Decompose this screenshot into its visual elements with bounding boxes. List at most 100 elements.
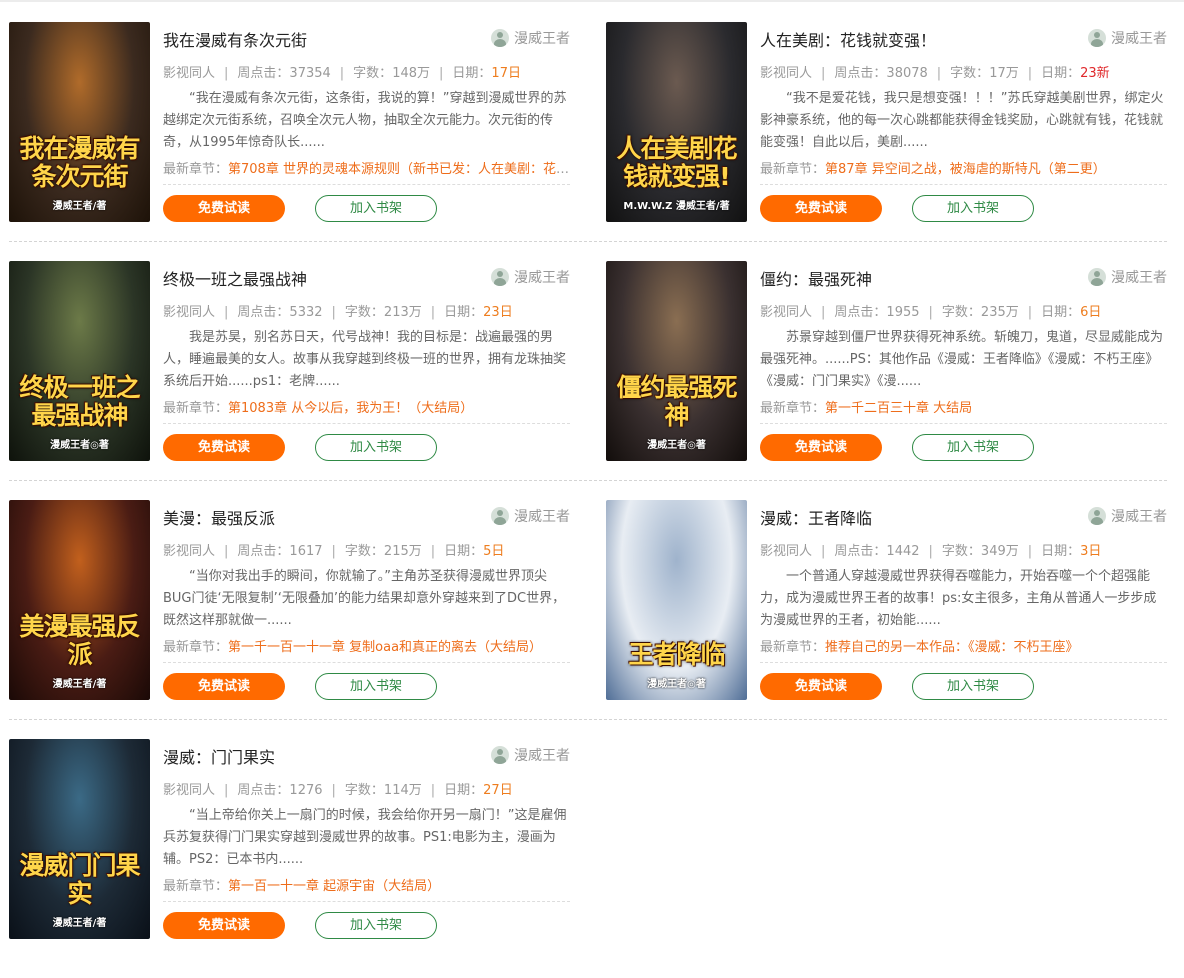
free-read-button[interactable]: 免费试读 — [163, 673, 285, 700]
latest-chapter-link[interactable]: 第一百一十一章 起源宇宙（大结局） — [228, 879, 440, 894]
book-description: “当上帝给你关上一扇门的时候，我会给你开另一扇门！”这是雇佣兵苏复获得门门果实穿… — [163, 808, 567, 867]
book-info: 漫威：王者降临 漫威王者 影视同人 | 周点击：1442 | 字数：349万 | 日期：3日… — [760, 500, 1167, 700]
cover-title: 美漫最强反派 — [19, 612, 140, 669]
book-clicks: 5332 — [289, 305, 323, 320]
book-author[interactable]: 漫威王者 — [491, 745, 570, 765]
book-category: 影视同人 — [760, 66, 813, 81]
book-cover[interactable]: 人在美剧花钱就变强! M.W.W.Z 漫威王者/著 — [606, 22, 747, 222]
latest-chapter-link[interactable]: 第708章 世界的灵魂本源规则（新书已发：人在美剧：花钱就变强） — [228, 162, 570, 177]
book-cover[interactable]: 漫威门门果实 漫威王者/著 — [9, 739, 150, 939]
book-title[interactable]: 漫威：王者降临 — [760, 505, 872, 529]
free-read-button[interactable]: 免费试读 — [760, 434, 882, 461]
book-info: 漫威：门门果实 漫威王者 影视同人 | 周点击：1276 | 字数：114万 | 日期：27… — [163, 739, 570, 939]
free-read-button[interactable]: 免费试读 — [163, 434, 285, 461]
cover-title: 终极一班之最强战神 — [19, 373, 140, 430]
book-card: 僵约最强死神 漫威王者◎著 僵约：最强死神 漫威王者 影视同人 | 周点击：1955… — [606, 261, 1167, 461]
cover-author: 漫威王者/著 — [52, 679, 107, 690]
author-avatar-icon — [491, 507, 509, 525]
clicks-label: 周点击： — [834, 305, 887, 320]
latest-chapter: 最新章节：第一千二百三十章 大结局 — [760, 399, 1167, 424]
book-title[interactable]: 僵约：最强死神 — [760, 266, 872, 290]
book-words: 114万 — [383, 783, 422, 798]
add-to-shelf-button[interactable]: 加入书架 — [315, 434, 437, 461]
book-card: 我在漫威有条次元街 漫威王者/著 我在漫威有条次元街 漫威王者 影视同人 | 周点击… — [9, 22, 570, 222]
latest-label: 最新章节： — [163, 879, 229, 894]
latest-chapter-link[interactable]: 第一千一百一十一章 复制oaa和真正的离去（大结局） — [228, 640, 542, 655]
clicks-label: 周点击： — [834, 66, 887, 81]
book-category: 影视同人 — [163, 544, 216, 559]
book-words: 215万 — [383, 544, 422, 559]
book-cover[interactable]: 终极一班之最强战神 漫威王者◎著 — [9, 261, 150, 461]
book-meta: 影视同人 | 周点击：1955 | 字数：235万 | 日期：6日 — [760, 305, 1102, 320]
book-date: 23日 — [483, 305, 513, 320]
book-cover[interactable]: 美漫最强反派 漫威王者/著 — [9, 500, 150, 700]
free-read-button[interactable]: 免费试读 — [760, 195, 882, 222]
free-read-button[interactable]: 免费试读 — [760, 673, 882, 700]
author-name: 漫威王者 — [514, 748, 570, 764]
author-avatar-icon — [491, 268, 509, 286]
book-clicks: 1617 — [289, 544, 323, 559]
book-category: 影视同人 — [760, 544, 813, 559]
add-to-shelf-button[interactable]: 加入书架 — [315, 195, 437, 222]
cover-author: 漫威王者◎著 — [50, 440, 109, 451]
book-clicks: 1442 — [886, 544, 920, 559]
latest-label: 最新章节： — [760, 401, 826, 416]
book-title[interactable]: 美漫：最强反派 — [163, 505, 275, 529]
book-info: 我在漫威有条次元街 漫威王者 影视同人 | 周点击：37354 | 字数：148万 | 日期… — [163, 22, 570, 222]
author-avatar-icon — [1088, 268, 1106, 286]
book-author[interactable]: 漫威王者 — [1088, 28, 1167, 48]
add-to-shelf-button[interactable]: 加入书架 — [315, 673, 437, 700]
book-author[interactable]: 漫威王者 — [491, 267, 570, 287]
book-cover[interactable]: 僵约最强死神 漫威王者◎著 — [606, 261, 747, 461]
book-clicks: 1955 — [886, 305, 920, 320]
book-date: 3日 — [1080, 544, 1102, 559]
cover-title: 僵约最强死神 — [616, 373, 737, 430]
book-row: 漫威门门果实 漫威王者/著 漫威：门门果实 漫威王者 影视同人 | 周点击：1276… — [9, 739, 1167, 939]
add-to-shelf-button[interactable]: 加入书架 — [912, 673, 1034, 700]
book-title[interactable]: 终极一班之最强战神 — [163, 266, 307, 290]
latest-label: 最新章节： — [760, 162, 826, 177]
free-read-button[interactable]: 免费试读 — [163, 912, 285, 939]
author-name: 漫威王者 — [1111, 270, 1167, 286]
add-to-shelf-button[interactable]: 加入书架 — [912, 195, 1034, 222]
cover-title: 王者降临 — [628, 640, 725, 669]
latest-chapter: 最新章节：推荐自己的另一本作品：《漫威：不朽王座》 — [760, 638, 1167, 663]
book-cover[interactable]: 王者降临 漫威王者◎著 — [606, 500, 747, 700]
book-title[interactable]: 漫威：门门果实 — [163, 744, 275, 768]
book-category: 影视同人 — [760, 305, 813, 320]
book-description: “当你对我出手的瞬间，你就输了。”主角苏圣获得漫威世界顶尖BUG门徒‘无限复制’… — [163, 569, 566, 628]
latest-chapter-link[interactable]: 第1083章 从今以后，我为王！（大结局） — [228, 401, 473, 416]
book-card: 终极一班之最强战神 漫威王者◎著 终极一班之最强战神 漫威王者 影视同人 | 周点击… — [9, 261, 570, 461]
date-label: 日期： — [1041, 544, 1081, 559]
book-description: 苏景穿越到僵尸世界获得死神系统。斩魄刀，鬼道，尽显威能成为最强死神。......… — [760, 330, 1164, 389]
words-label: 字数： — [950, 66, 990, 81]
book-author[interactable]: 漫威王者 — [491, 506, 570, 526]
add-to-shelf-button[interactable]: 加入书架 — [912, 434, 1034, 461]
author-name: 漫威王者 — [514, 31, 570, 47]
latest-chapter-link[interactable]: 第87章 异空间之战，被海虐的斯特凡（第二更） — [825, 162, 1106, 177]
book-meta: 影视同人 | 周点击：5332 | 字数：213万 | 日期：23日 — [163, 305, 513, 320]
top-divider — [0, 0, 1184, 2]
book-author[interactable]: 漫威王者 — [491, 28, 570, 48]
book-date: 23新 — [1080, 66, 1110, 81]
date-label: 日期： — [452, 66, 492, 81]
book-meta: 影视同人 | 周点击：1617 | 字数：215万 | 日期：5日 — [163, 544, 505, 559]
book-title[interactable]: 我在漫威有条次元街 — [163, 27, 307, 51]
free-read-button[interactable]: 免费试读 — [163, 195, 285, 222]
latest-chapter-link[interactable]: 第一千二百三十章 大结局 — [825, 401, 972, 416]
clicks-label: 周点击： — [237, 783, 290, 798]
add-to-shelf-button[interactable]: 加入书架 — [315, 912, 437, 939]
book-title[interactable]: 人在美剧：花钱就变强！ — [760, 27, 936, 51]
book-meta: 影视同人 | 周点击：1442 | 字数：349万 | 日期：3日 — [760, 544, 1102, 559]
book-card: 人在美剧花钱就变强! M.W.W.Z 漫威王者/著 人在美剧：花钱就变强！ 漫威… — [606, 22, 1167, 222]
date-label: 日期： — [444, 783, 484, 798]
latest-chapter-link[interactable]: 推荐自己的另一本作品：《漫威：不朽王座》 — [825, 640, 1079, 655]
book-author[interactable]: 漫威王者 — [1088, 267, 1167, 287]
book-card: 美漫最强反派 漫威王者/著 美漫：最强反派 漫威王者 影视同人 | 周点击：1617… — [9, 500, 570, 700]
book-author[interactable]: 漫威王者 — [1088, 506, 1167, 526]
book-date: 27日 — [483, 783, 513, 798]
author-avatar-icon — [491, 746, 509, 764]
clicks-label: 周点击： — [237, 66, 290, 81]
book-cover[interactable]: 我在漫威有条次元街 漫威王者/著 — [9, 22, 150, 222]
book-description: 我是苏昊，别名苏日天，代号战神！我的目标是：战遍最强的男人，睡遍最美的女人。故事… — [163, 330, 567, 389]
